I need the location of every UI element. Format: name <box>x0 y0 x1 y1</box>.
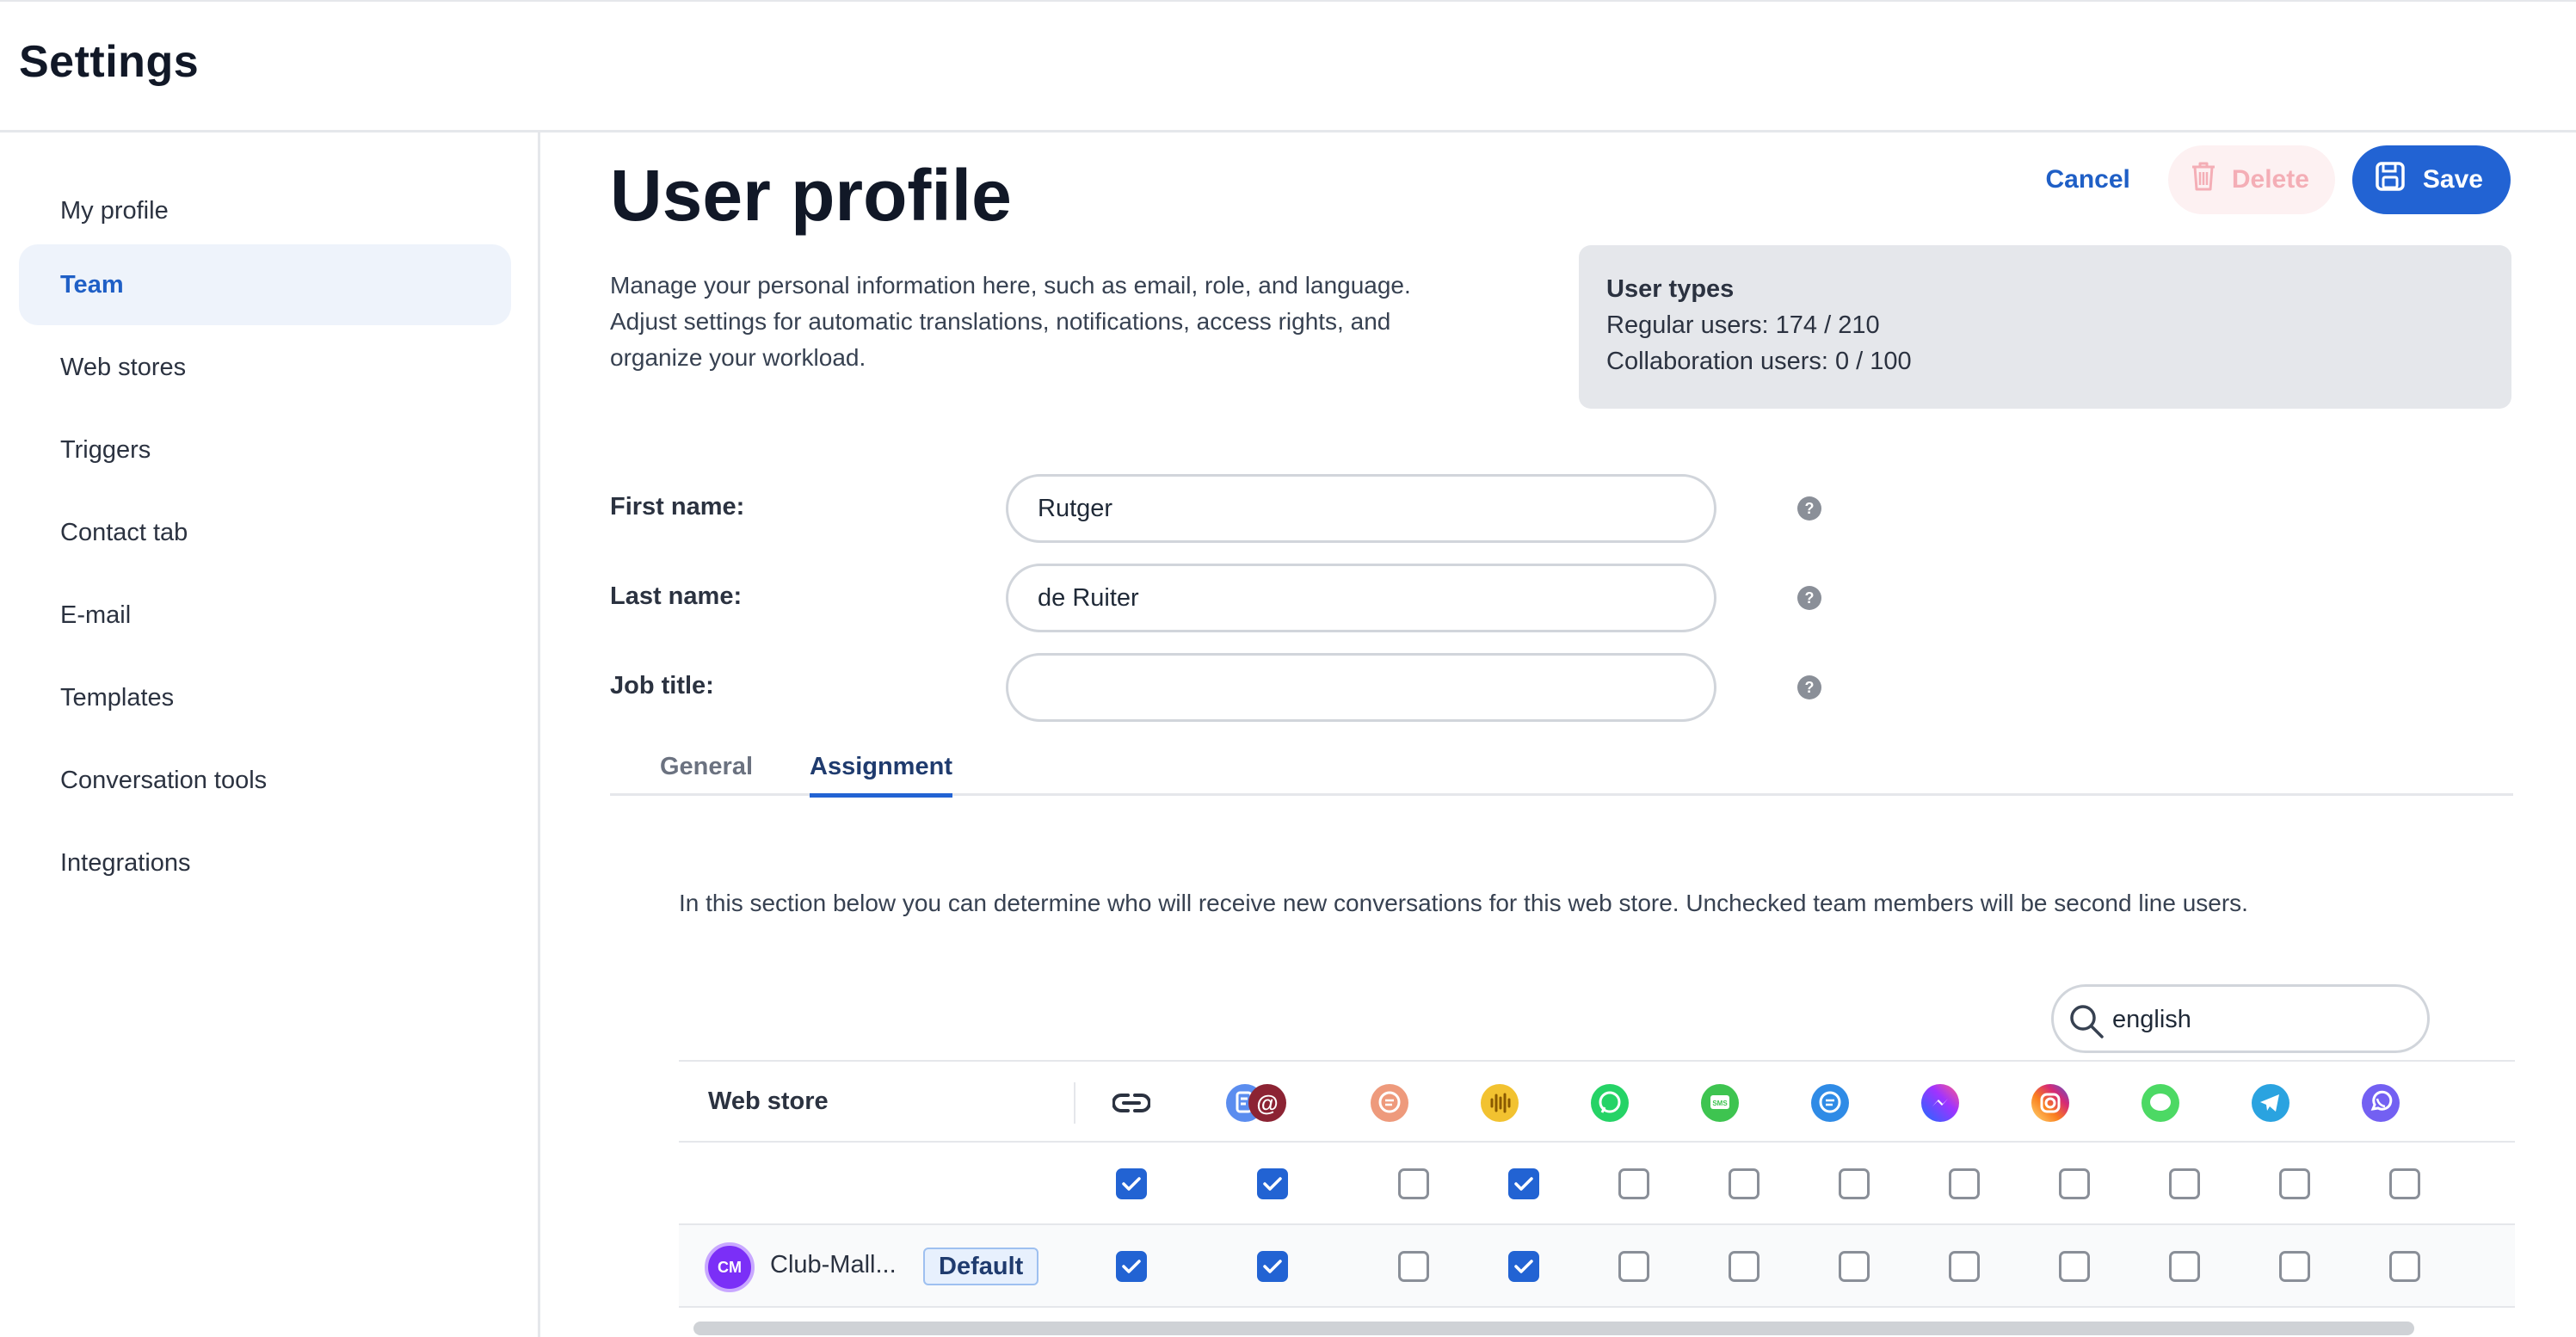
checkbox-sms[interactable] <box>1729 1251 1759 1282</box>
checkbox-voice[interactable] <box>1508 1168 1539 1199</box>
sidebar-item-e-mail[interactable]: E-mail <box>19 575 511 656</box>
checkbox-whatsapp[interactable] <box>1618 1251 1649 1282</box>
assignment-note: In this section below you can determine … <box>679 890 2248 916</box>
checkbox-form-email[interactable] <box>1257 1168 1288 1199</box>
search-input[interactable] <box>2112 999 2405 1040</box>
default-badge: Default <box>923 1248 1039 1285</box>
job-title-label: Job title: <box>610 672 714 699</box>
checkbox-messenger[interactable] <box>1949 1251 1980 1282</box>
voice-icon <box>1479 1082 1520 1124</box>
last-name-label: Last name: <box>610 582 743 610</box>
sidebar-item-contact-tab[interactable]: Contact tab <box>19 492 511 573</box>
club-mall-logo: CM <box>705 1242 755 1292</box>
whatsapp-icon <box>1589 1082 1630 1124</box>
checkbox-link[interactable] <box>1116 1251 1147 1282</box>
sidebar-item-web-stores[interactable]: Web stores <box>19 327 511 408</box>
first-name-row: First name: ? <box>610 474 1821 543</box>
sidebar-item-my-profile[interactable]: My profile <box>19 170 511 251</box>
column-divider <box>1074 1082 1075 1124</box>
checkbox-viber[interactable] <box>2389 1251 2420 1282</box>
checkbox-telegram[interactable] <box>2279 1168 2310 1199</box>
top-bar: Settings <box>0 0 2576 132</box>
web-store-column-header: Web store <box>708 1087 829 1115</box>
first-name-input[interactable] <box>1006 474 1716 543</box>
intro-line: organize your workload. <box>610 344 866 371</box>
sidebar-item-integrations[interactable]: Integrations <box>19 823 511 903</box>
checkbox-telegram[interactable] <box>2279 1251 2310 1282</box>
save-button[interactable]: Save <box>2351 145 2511 214</box>
livechat-icon <box>1809 1082 1851 1124</box>
last-name-row: Last name: ? <box>610 564 1821 632</box>
app-title: Settings <box>19 37 200 87</box>
help-icon[interactable]: ? <box>1797 496 1821 521</box>
sidebar-item-templates[interactable]: Templates <box>19 657 511 738</box>
tab-bar: General Assignment <box>610 737 2513 798</box>
tab-general[interactable]: General <box>660 753 753 793</box>
svg-text:SMS: SMS <box>1712 1100 1728 1107</box>
instagram-icon <box>2030 1082 2071 1124</box>
horizontal-scrollbar[interactable] <box>693 1322 2414 1335</box>
sidebar: My profile Team Web stores Triggers Cont… <box>0 132 540 1337</box>
delete-button[interactable]: Delete <box>2167 145 2335 214</box>
checkbox-livechat[interactable] <box>1839 1168 1870 1199</box>
email-icon: @ <box>1247 1082 1288 1124</box>
checkbox-instagram[interactable] <box>2059 1251 2090 1282</box>
floppy-disk-icon <box>2375 161 2406 199</box>
intro-line: Manage your personal information here, s… <box>610 272 1411 299</box>
sidebar-item-conversation-tools[interactable]: Conversation tools <box>19 740 511 821</box>
table-row <box>679 1143 2515 1225</box>
checkbox-messenger[interactable] <box>1949 1168 1980 1199</box>
messenger-icon <box>1920 1082 1961 1124</box>
job-title-input[interactable] <box>1006 653 1716 722</box>
checkbox-imessage[interactable] <box>2169 1168 2200 1199</box>
imessage-icon <box>2140 1082 2181 1124</box>
sms-icon: SMS <box>1699 1082 1741 1124</box>
link-icon <box>1111 1082 1152 1124</box>
checkbox-viber[interactable] <box>2389 1168 2420 1199</box>
checkbox-imessage[interactable] <box>2169 1251 2200 1282</box>
user-types-panel: User types Regular users: 174 / 210 Coll… <box>1579 245 2511 409</box>
telegram-icon <box>2250 1082 2291 1124</box>
chat-icon <box>1369 1082 1410 1124</box>
checkbox-voice[interactable] <box>1508 1251 1539 1282</box>
help-icon[interactable]: ? <box>1797 675 1821 699</box>
user-types-title: User types <box>1606 275 1735 303</box>
intro-text: Manage your personal information here, s… <box>610 268 1539 376</box>
first-name-label: First name: <box>610 493 745 521</box>
checkbox-instagram[interactable] <box>2059 1168 2090 1199</box>
header-actions: Cancel Delete Save <box>2024 145 2511 214</box>
checkbox-sms[interactable] <box>1729 1168 1759 1199</box>
search-icon <box>2068 1002 2105 1044</box>
regular-users-count: Regular users: 174 / 210 <box>1606 311 1880 339</box>
viber-icon <box>2360 1082 2401 1124</box>
checkbox-livechat[interactable] <box>1839 1251 1870 1282</box>
search-box[interactable] <box>2051 984 2430 1053</box>
table-header-row: Web store @ SMS <box>679 1060 2515 1143</box>
tab-assignment[interactable]: Assignment <box>810 753 952 798</box>
cancel-button[interactable]: Cancel <box>2024 145 2150 214</box>
help-icon[interactable]: ? <box>1797 586 1821 610</box>
sidebar-item-team[interactable]: Team <box>19 244 511 325</box>
checkbox-link[interactable] <box>1116 1168 1147 1199</box>
table-row: CM Club-Mall... Default <box>679 1225 2515 1308</box>
save-button-label: Save <box>2422 165 2483 194</box>
checkbox-chat[interactable] <box>1398 1168 1429 1199</box>
job-title-row: Job title: ? <box>610 653 1821 722</box>
web-store-name: Club-Mall... <box>770 1251 897 1278</box>
checkbox-chat[interactable] <box>1398 1251 1429 1282</box>
svg-text:@: @ <box>1256 1090 1278 1116</box>
delete-button-label: Delete <box>2231 165 2309 194</box>
collaboration-users-count: Collaboration users: 0 / 100 <box>1606 348 1912 375</box>
trash-icon <box>2191 161 2216 199</box>
checkbox-form-email[interactable] <box>1257 1251 1288 1282</box>
page-title: User profile <box>610 155 1012 236</box>
intro-line: Adjust settings for automatic translatio… <box>610 308 1391 335</box>
last-name-input[interactable] <box>1006 564 1716 632</box>
checkbox-whatsapp[interactable] <box>1618 1168 1649 1199</box>
sidebar-item-triggers[interactable]: Triggers <box>19 410 511 490</box>
